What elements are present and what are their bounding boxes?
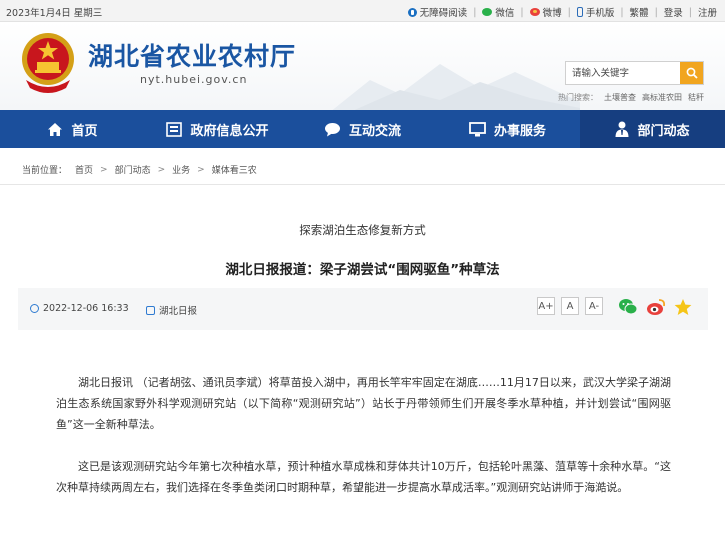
- search-box: [565, 61, 704, 85]
- hot-search-item[interactable]: 秸秆: [688, 92, 704, 103]
- article-subtitle: 探索湖泊生态修复新方式: [299, 223, 426, 237]
- search-button[interactable]: [680, 62, 703, 84]
- top-bar: 2023年1月4日 星期三 无障碍阅读 | 微信 | 微博 | 手机版 | 繁體…: [0, 0, 725, 22]
- nav-item-interaction[interactable]: 互动交流: [290, 110, 435, 148]
- wechat-icon: [482, 8, 493, 16]
- weibo-icon: [529, 8, 540, 16]
- publish-date: 2022-12-06 16:33: [30, 303, 129, 314]
- breadcrumb-separator: >: [100, 164, 108, 175]
- weibo-share-icon[interactable]: [646, 298, 666, 316]
- search-icon: [686, 67, 698, 79]
- info-disclosure-icon: [166, 121, 183, 137]
- article-title: 湖北日报报道：梁子湖尝试“围网驱鱼”种草法: [225, 262, 500, 278]
- breadcrumb-item[interactable]: 业务: [172, 163, 190, 176]
- font-decrease-button[interactable]: A-: [585, 297, 603, 315]
- chat-bubble-icon: [324, 122, 340, 136]
- traditional-chinese-link[interactable]: 繁體: [630, 5, 649, 19]
- article-paragraph: 这已是该观测研究站今年第七次种植水草，预计种植水草成株和芽体共计10万斤，包括轮…: [56, 460, 671, 494]
- font-increase-button[interactable]: A+: [537, 297, 555, 315]
- font-default-button[interactable]: A: [561, 297, 579, 315]
- nav-item-home[interactable]: 首页: [0, 110, 145, 148]
- wechat-share-icon[interactable]: [618, 298, 638, 316]
- hot-search-label: 热门搜索：: [558, 93, 598, 102]
- top-links: 无障碍阅读 | 微信 | 微博 | 手机版 | 繁體 | 登录 | 注册: [407, 5, 717, 19]
- accessibility-icon: [407, 7, 417, 17]
- nav-item-department-news[interactable]: 部门动态: [580, 110, 725, 148]
- article-paragraph: 湖北日报讯 （记者胡弦、通讯员李斌）将草苗投入湖中，再用长竿牢牢固定在湖底……1…: [56, 376, 671, 431]
- hot-search-item[interactable]: 土壤普查: [604, 92, 636, 103]
- site-name: 湖北省农业农村厅: [88, 42, 297, 71]
- register-link[interactable]: 注册: [698, 5, 717, 19]
- weibo-link[interactable]: 微博: [529, 5, 562, 19]
- article-meta-bar: 2022-12-06 16:33 湖北日报 A+ A A-: [18, 288, 708, 330]
- breadcrumb-separator: >: [197, 164, 205, 175]
- mountain-decoration-icon: [332, 64, 580, 110]
- wechat-link[interactable]: 微信: [482, 5, 514, 19]
- monitor-icon: [469, 121, 486, 136]
- login-link[interactable]: 登录: [664, 5, 683, 19]
- breadcrumb-item[interactable]: 首页: [75, 163, 93, 176]
- breadcrumb: 当前位置： 首页 > 部门动态 > 业务 > 媒体看三农: [22, 163, 257, 177]
- article-source: 湖北日报: [146, 303, 197, 317]
- mobile-link[interactable]: 手机版: [576, 5, 614, 19]
- main-nav: 首页 政府信息公开 互动交流 办事服务 部门动态: [0, 110, 725, 148]
- site-url: nyt.hubei.gov.cn: [140, 73, 248, 86]
- hot-search-item[interactable]: 高标准农田: [642, 92, 682, 103]
- breadcrumb-separator: >: [157, 164, 166, 175]
- phone-icon: [576, 7, 583, 17]
- home-icon: [48, 122, 63, 136]
- breadcrumb-item[interactable]: 部门动态: [115, 163, 151, 176]
- nav-item-info-disclosure[interactable]: 政府信息公开: [145, 110, 290, 148]
- nav-item-services[interactable]: 办事服务: [435, 110, 580, 148]
- breadcrumb-item[interactable]: 媒体看三农: [212, 163, 257, 176]
- favorite-icon[interactable]: [674, 298, 692, 316]
- source-icon: [146, 305, 155, 315]
- department-icon: [615, 121, 629, 137]
- current-date: 2023年1月4日 星期三: [6, 8, 103, 19]
- search-input[interactable]: [566, 62, 680, 84]
- national-emblem-icon: [22, 33, 74, 93]
- breadcrumb-label: 当前位置：: [22, 166, 68, 176]
- divider: [0, 184, 725, 185]
- hot-search: 热门搜索： 土壤普查 高标准农田 秸秆: [558, 92, 710, 103]
- site-header: 湖北省农业农村厅 nyt.hubei.gov.cn 热门搜索： 土壤普查 高标准…: [0, 22, 725, 110]
- clock-icon: [30, 304, 39, 313]
- accessibility-link[interactable]: 无障碍阅读: [407, 5, 467, 19]
